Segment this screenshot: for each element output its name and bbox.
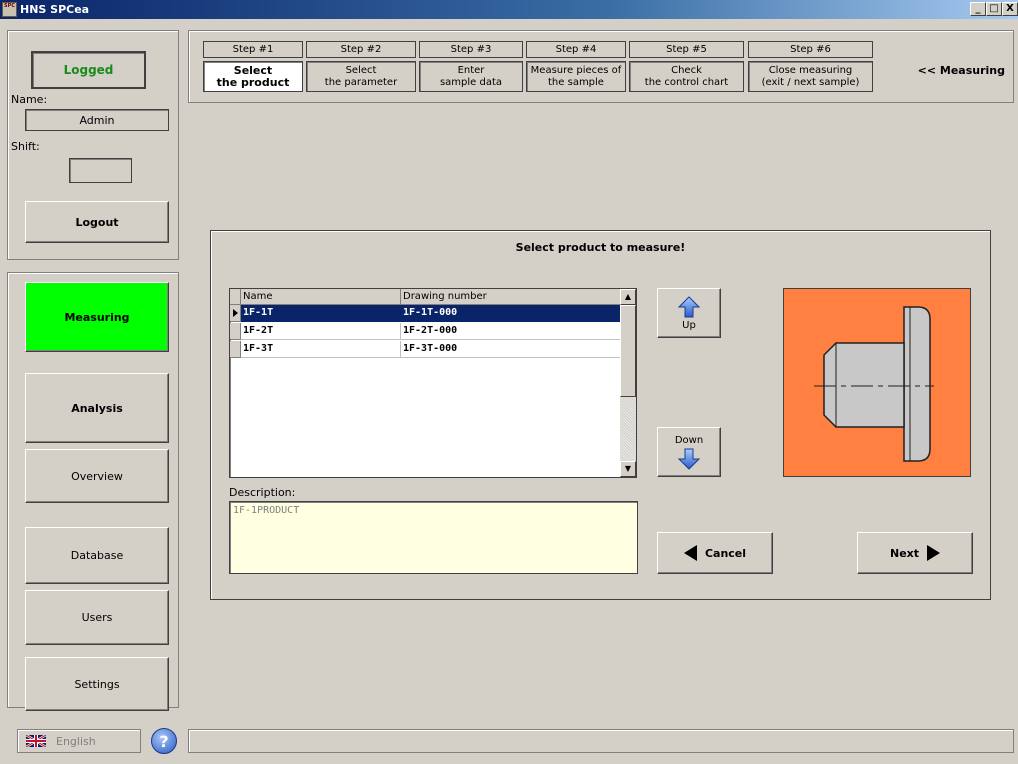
step-6-button[interactable]: Close measuring (exit / next sample) <box>748 61 873 92</box>
step-2-line2: the parameter <box>324 76 398 88</box>
measuring-link[interactable]: << Measuring <box>918 64 1005 77</box>
step-1-button[interactable]: Select the product <box>203 61 303 92</box>
navigation-panel: Measuring Analysis Overview Database Use… <box>7 272 179 711</box>
logout-button[interactable]: Logout <box>25 201 169 243</box>
user-panel: Logged Name: Admin Shift: Logout <box>7 30 179 260</box>
step-3-button[interactable]: Enter sample data <box>419 61 523 92</box>
row-indicator <box>230 341 241 358</box>
step-5-button[interactable]: Check the control chart <box>629 61 744 92</box>
cell-name: 1F-1T <box>241 305 401 322</box>
cancel-label: Cancel <box>704 546 747 560</box>
step-6-line1: Close measuring <box>768 64 853 76</box>
move-down-button[interactable]: Down <box>657 427 721 477</box>
description-field[interactable]: 1F-1PRODUCT <box>229 501 638 574</box>
nav-analysis-button[interactable]: Analysis <box>25 373 169 443</box>
help-icon[interactable]: ? <box>151 728 177 754</box>
next-label: Next <box>889 546 920 560</box>
nav-measuring-button[interactable]: Measuring <box>25 282 169 352</box>
language-label: English <box>56 734 96 748</box>
part-drawing-icon <box>814 306 934 462</box>
uk-flag-icon <box>26 735 46 747</box>
table-row[interactable]: 1F-1T 1F-1T-000 <box>230 305 621 322</box>
step-6-head: Step #6 <box>748 41 873 58</box>
status-bar <box>188 729 1014 753</box>
cell-name: 1F-2T <box>241 323 401 340</box>
step-1-line2: the product <box>216 75 290 89</box>
window-title-bar: SPC HNS SPCea _ □ X <box>0 0 1018 19</box>
header-indicator-cell <box>230 289 241 305</box>
shift-label: Shift: <box>11 140 40 153</box>
step-4-head: Step #4 <box>526 41 626 58</box>
cell-drawing-number: 1F-1T-000 <box>401 305 621 322</box>
scroll-down-arrow-icon[interactable]: ▼ <box>620 461 636 477</box>
up-arrow-icon <box>678 295 700 317</box>
steps-panel: Step #1 Select the product Step #2 Select… <box>188 30 1014 103</box>
user-name-field: Admin <box>25 109 169 131</box>
up-label: Up <box>682 319 696 331</box>
cell-drawing-number: 1F-3T-000 <box>403 343 458 354</box>
step-3-line1: Enter <box>457 64 485 76</box>
product-drawing-image <box>783 288 971 477</box>
column-header-drawing-number[interactable]: Drawing number <box>401 289 621 305</box>
login-status: Logged <box>31 51 146 89</box>
step-6-line2: (exit / next sample) <box>761 76 860 88</box>
language-selector[interactable]: English <box>17 729 141 753</box>
step-4-line1: Measure pieces of <box>530 64 622 76</box>
grid-vertical-scrollbar[interactable]: ▲ ▼ <box>620 289 636 477</box>
step-5-head: Step #5 <box>629 41 744 58</box>
product-selection-panel: Select product to measure! Name Drawing … <box>210 230 991 600</box>
cell-name: 1F-3T <box>241 341 401 358</box>
next-button[interactable]: Next <box>857 532 973 574</box>
window-title: HNS SPCea <box>20 3 90 16</box>
grid-header: Name Drawing number <box>230 289 621 305</box>
row-indicator-icon <box>230 305 241 322</box>
right-arrow-icon <box>927 545 941 561</box>
column-header-name[interactable]: Name <box>241 289 401 305</box>
scroll-thumb[interactable] <box>620 305 636 397</box>
left-arrow-icon <box>683 545 697 561</box>
table-row[interactable]: 1F-2T 1F-2T-000 <box>230 323 621 340</box>
row-indicator <box>230 323 241 340</box>
step-2-button[interactable]: Select the parameter <box>306 61 416 92</box>
step-4-button[interactable]: Measure pieces of the sample <box>526 61 626 92</box>
maximize-button[interactable]: □ <box>986 2 1002 16</box>
table-row[interactable]: 1F-3T 1F-3T-000 <box>230 341 621 358</box>
step-4-line2: the sample <box>548 76 604 88</box>
cell-drawing-number: 1F-2T-000 <box>403 325 458 336</box>
nav-overview-button[interactable]: Overview <box>25 449 169 503</box>
step-3-line2: sample data <box>439 76 503 88</box>
step-3-head: Step #3 <box>419 41 523 58</box>
product-grid[interactable]: Name Drawing number 1F-1T 1F-1T-000 1F-2… <box>229 288 637 478</box>
app-icon: SPC <box>2 2 17 17</box>
step-2-head: Step #2 <box>306 41 416 58</box>
step-2-line1: Select <box>345 64 377 76</box>
move-up-button[interactable]: Up <box>657 288 721 338</box>
step-5-line2: the control chart <box>644 76 729 88</box>
close-button[interactable]: X <box>1002 2 1018 16</box>
cancel-button[interactable]: Cancel <box>657 532 773 574</box>
shift-field[interactable] <box>69 158 132 183</box>
step-1-head: Step #1 <box>203 41 303 58</box>
step-5-line1: Check <box>671 64 702 76</box>
panel-title: Select product to measure! <box>515 241 686 254</box>
name-label: Name: <box>11 93 48 106</box>
scroll-up-arrow-icon[interactable]: ▲ <box>620 289 636 305</box>
minimize-button[interactable]: _ <box>970 2 986 16</box>
down-arrow-icon <box>678 448 700 470</box>
nav-settings-button[interactable]: Settings <box>25 657 169 711</box>
down-label: Down <box>674 434 704 446</box>
nav-database-button[interactable]: Database <box>25 527 169 584</box>
description-label: Description: <box>229 486 296 499</box>
nav-users-button[interactable]: Users <box>25 590 169 645</box>
